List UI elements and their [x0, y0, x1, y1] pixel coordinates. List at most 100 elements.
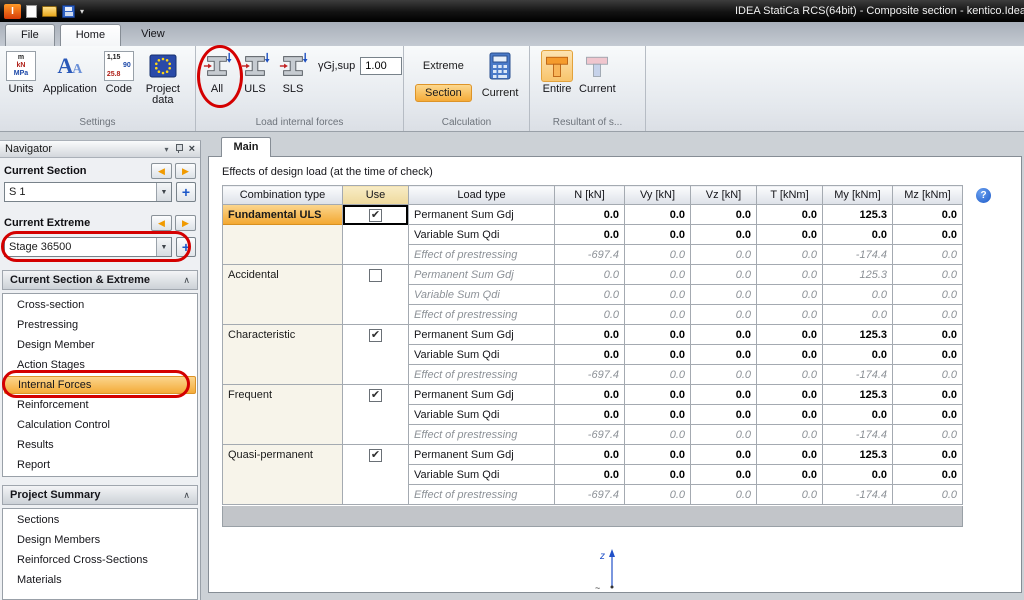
column-header-t-knm[interactable]: T [kNm]: [757, 186, 823, 205]
current-extreme-combo[interactable]: Stage 36500 ▼: [4, 237, 172, 257]
value-cell: 0.0: [555, 225, 625, 245]
project-data-button[interactable]: Project data: [138, 49, 188, 107]
extreme-dropdown[interactable]: Extreme: [423, 50, 464, 82]
use-cell-fundamental-uls[interactable]: ✔: [343, 205, 409, 265]
combination-cell-characteristic[interactable]: Characteristic: [223, 325, 343, 385]
nav-item-results[interactable]: Results: [4, 435, 196, 455]
sls-forces-button[interactable]: SLS: [274, 49, 312, 96]
all-forces-button[interactable]: All: [198, 49, 236, 96]
app-logo-icon[interactable]: I: [4, 4, 21, 19]
uls-forces-button[interactable]: ULS: [236, 49, 274, 96]
combination-cell-quasi-permanent[interactable]: Quasi-permanent: [223, 445, 343, 505]
navigator-menu-icon[interactable]: ▾: [165, 145, 169, 154]
nav-item-reinforcement[interactable]: Reinforcement: [4, 395, 196, 415]
calc-section-button[interactable]: Section: [415, 84, 472, 102]
value-cell: 0.0: [893, 225, 963, 245]
section-header-project-summary[interactable]: Project Summary ∧: [2, 485, 198, 505]
section-header-current-section-extreme[interactable]: Current Section & Extreme ∧: [2, 270, 198, 290]
chevron-down-icon[interactable]: ▼: [156, 238, 171, 256]
use-checkbox[interactable]: [369, 269, 382, 282]
use-checkbox[interactable]: ✔: [369, 449, 382, 462]
combination-cell-accidental[interactable]: Accidental: [223, 265, 343, 325]
combination-cell-frequent[interactable]: Frequent: [223, 385, 343, 445]
nav-item-calculation-control[interactable]: Calculation Control: [4, 415, 196, 435]
ribbon-group-resultant: Entire Current Resultant of s...: [530, 46, 646, 131]
tab-home[interactable]: Home: [60, 24, 121, 46]
use-cell-quasi-permanent[interactable]: ✔: [343, 445, 409, 505]
column-header-n-kn[interactable]: N [kN]: [555, 186, 625, 205]
value-cell: 0.0: [757, 225, 823, 245]
close-icon[interactable]: ×: [189, 144, 195, 154]
window-title: IDEA StatiCa RCS(64bit) - Composite sect…: [735, 0, 1024, 22]
nav-item-materials[interactable]: Materials: [4, 570, 196, 590]
use-checkbox[interactable]: ✔: [369, 389, 382, 402]
value-cell: 0.0: [691, 405, 757, 425]
nav-item-design-members[interactable]: Design Members: [4, 530, 196, 550]
units-icon-text: kN: [17, 62, 26, 70]
new-document-icon[interactable]: [26, 5, 37, 18]
nav-item-internal-forces[interactable]: Internal Forces: [4, 376, 196, 394]
combination-cell-fundamental-uls[interactable]: Fundamental ULS: [223, 205, 343, 265]
calc-current-button[interactable]: Current: [482, 82, 519, 103]
current-section-combo[interactable]: S 1 ▼: [4, 182, 172, 202]
nav-item-reinforced-cross-sections[interactable]: Reinforced Cross-Sections: [4, 550, 196, 570]
collapse-icon[interactable]: ∧: [183, 275, 190, 286]
pin-icon[interactable]: [175, 144, 182, 154]
value-cell: 0.0: [555, 285, 625, 305]
nav-item-sections[interactable]: Sections: [4, 510, 196, 530]
use-checkbox[interactable]: ✔: [369, 329, 382, 342]
previous-section-button[interactable]: ◀: [151, 163, 172, 179]
value-cell: 0.0: [555, 205, 625, 225]
previous-extreme-button[interactable]: ◀: [151, 215, 172, 231]
toolbar-options-caret-icon[interactable]: ▾: [80, 7, 84, 16]
value-cell: 0.0: [691, 285, 757, 305]
column-header-vz-kn[interactable]: Vz [kN]: [691, 186, 757, 205]
nav-item-prestressing[interactable]: Prestressing: [4, 315, 196, 335]
chevron-down-icon[interactable]: ▼: [156, 183, 171, 201]
gamma-gj-sup-input[interactable]: [360, 57, 402, 75]
open-folder-icon[interactable]: [42, 6, 57, 17]
tab-main[interactable]: Main: [221, 137, 271, 157]
column-header-use[interactable]: Use: [343, 186, 409, 205]
load-type-cell: Permanent Sum Gdj: [409, 385, 555, 405]
tab-view[interactable]: View: [126, 24, 180, 46]
value-cell: 125.3: [823, 445, 893, 465]
save-icon[interactable]: [62, 5, 75, 18]
calculator-icon[interactable]: [487, 50, 513, 82]
collapse-icon[interactable]: ∧: [183, 490, 190, 501]
nav-item-design-member[interactable]: Design Member: [4, 335, 196, 355]
value-cell: 0.0: [625, 245, 691, 265]
use-cell-frequent[interactable]: ✔: [343, 385, 409, 445]
nav-item-cross-section[interactable]: Cross-section: [4, 295, 196, 315]
resultant-entire-label: Entire: [543, 84, 572, 95]
nav-item-report[interactable]: Report: [4, 455, 196, 475]
next-extreme-button[interactable]: ▶: [175, 215, 196, 231]
value-cell: 125.3: [823, 325, 893, 345]
add-extreme-button[interactable]: +: [176, 237, 196, 257]
nav-item-action-stages[interactable]: Action Stages: [4, 355, 196, 375]
column-header-load-type[interactable]: Load type: [409, 186, 555, 205]
code-button[interactable]: 1,15 90 25.8 Code: [100, 49, 138, 96]
ribbon-group-settings: m kN MPa Units AA Application 1,15 90: [0, 46, 196, 131]
column-header-mz-knm[interactable]: Mz [kNm]: [893, 186, 963, 205]
resultant-current-button[interactable]: Current: [576, 49, 619, 96]
column-header-my-knm[interactable]: My [kNm]: [823, 186, 893, 205]
units-icon: m kN MPa: [5, 50, 37, 82]
svg-text:~: ~: [595, 583, 600, 593]
resultant-entire-button[interactable]: Entire: [538, 49, 576, 96]
help-icon[interactable]: ?: [976, 188, 991, 203]
current-extreme-value: Stage 36500: [5, 238, 156, 256]
value-cell: 0.0: [691, 265, 757, 285]
application-button[interactable]: AA Application: [40, 49, 100, 96]
use-checkbox[interactable]: ✔: [369, 209, 382, 222]
value-cell: 0.0: [757, 365, 823, 385]
use-cell-accidental[interactable]: [343, 265, 409, 325]
internal-forces-table: Combination typeUseLoad typeN [kN]Vy [kN…: [222, 185, 963, 505]
column-header-vy-kn[interactable]: Vy [kN]: [625, 186, 691, 205]
units-button[interactable]: m kN MPa Units: [2, 49, 40, 96]
use-cell-characteristic[interactable]: ✔: [343, 325, 409, 385]
tab-file[interactable]: File: [5, 24, 55, 46]
next-section-button[interactable]: ▶: [175, 163, 196, 179]
column-header-combination-type[interactable]: Combination type: [223, 186, 343, 205]
add-section-button[interactable]: +: [176, 182, 196, 202]
